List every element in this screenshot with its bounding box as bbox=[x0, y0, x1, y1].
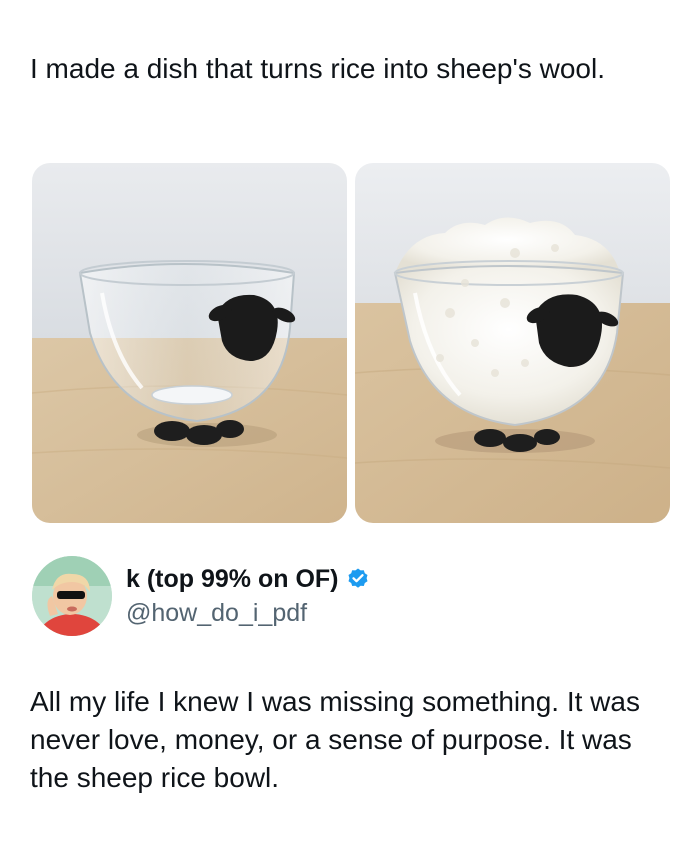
photo-empty-bowl[interactable] bbox=[32, 163, 347, 523]
photo-rice-bowl[interactable] bbox=[355, 163, 670, 523]
avatar-image bbox=[32, 556, 112, 636]
empty-sheep-bowl-image bbox=[32, 163, 347, 523]
photo-grid bbox=[32, 163, 670, 523]
meme-caption: I made a dish that turns rice into sheep… bbox=[30, 53, 605, 84]
display-name[interactable]: k (top 99% on OF) bbox=[126, 563, 339, 595]
avatar[interactable] bbox=[32, 556, 112, 636]
verified-badge-icon bbox=[348, 568, 367, 588]
tweet-text: All my life I knew I was missing somethi… bbox=[30, 686, 640, 793]
tweet-author: k (top 99% on OF) @how_do_i_pdf bbox=[32, 554, 662, 638]
user-handle[interactable]: @how_do_i_pdf bbox=[126, 597, 370, 629]
rice-filled-sheep-bowl-image bbox=[355, 163, 670, 523]
